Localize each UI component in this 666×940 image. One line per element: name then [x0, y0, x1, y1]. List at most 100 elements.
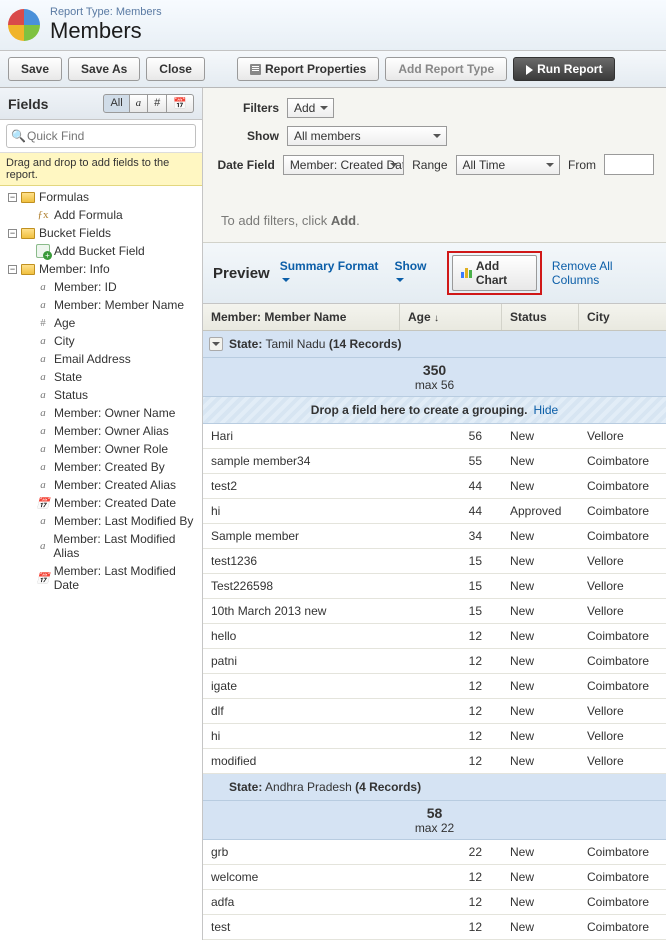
col-status[interactable]: Status	[502, 304, 579, 330]
field-item[interactable]: aMember: Created Alias	[0, 476, 202, 494]
table-row[interactable]: igate12NewCoimbatore	[203, 674, 666, 699]
field-item[interactable]: aState	[0, 368, 202, 386]
toggle-date[interactable]: 📅	[167, 94, 194, 113]
table-row[interactable]: modified12NewVellore	[203, 749, 666, 774]
add-chart-highlight: Add Chart	[447, 251, 542, 295]
report-type-label: Report Type: Members	[50, 6, 162, 18]
col-member-name[interactable]: Member: Member Name	[203, 304, 400, 330]
search-icon: 🔍	[11, 129, 26, 143]
drag-hint: Drag and drop to add fields to the repor…	[0, 153, 202, 186]
group-summary: 350max 56	[203, 358, 666, 397]
page-header: Report Type: Members Members	[0, 0, 666, 51]
field-item[interactable]: aMember: Owner Name	[0, 404, 202, 422]
field-item[interactable]: aMember: Last Modified Alias	[0, 530, 202, 562]
table-row[interactable]: hi44ApprovedCoimbatore	[203, 499, 666, 524]
group-header[interactable]: State: Tamil Nadu (14 Records)	[203, 331, 666, 358]
field-type-toggle: All a # 📅	[103, 94, 194, 113]
collapse-icon[interactable]: −	[8, 229, 17, 238]
play-icon	[526, 65, 533, 75]
collapse-icon[interactable]: −	[8, 265, 17, 274]
range-label: Range	[412, 158, 447, 172]
field-item[interactable]: aMember: Last Modified By	[0, 512, 202, 530]
toggle-all[interactable]: All	[103, 94, 129, 113]
quick-find-input[interactable]	[7, 125, 195, 147]
field-item[interactable]: aStatus	[0, 386, 202, 404]
chevron-down-icon	[396, 278, 404, 286]
table-header-row: Member: Member Name Age ↓ Status City	[203, 304, 666, 331]
close-button[interactable]: Close	[146, 57, 205, 81]
folder-label: Bucket Fields	[39, 226, 111, 240]
fields-sidebar: Fields All a # 📅 🔍 Drag and drop to add …	[0, 88, 203, 940]
field-item[interactable]: aMember: Owner Alias	[0, 422, 202, 440]
remove-all-columns-link[interactable]: Remove All Columns	[552, 259, 656, 287]
folder-label: Formulas	[39, 190, 89, 204]
field-item[interactable]: #Age	[0, 314, 202, 332]
field-item[interactable]: aEmail Address	[0, 350, 202, 368]
expand-group-icon[interactable]	[209, 337, 223, 351]
col-age[interactable]: Age ↓	[400, 304, 502, 330]
field-item[interactable]: aMember: ID	[0, 278, 202, 296]
add-filter-dropdown[interactable]: Add	[287, 98, 334, 118]
filters-label: Filters	[215, 101, 279, 115]
field-item[interactable]: aCity	[0, 332, 202, 350]
collapse-icon[interactable]: −	[8, 193, 17, 202]
drop-grouping-zone[interactable]: Drop a field here to create a grouping.H…	[203, 397, 666, 424]
datefield-dropdown[interactable]: Member: Created Date	[283, 155, 404, 175]
col-city[interactable]: City	[579, 304, 666, 330]
field-item[interactable]: aMember: Member Name	[0, 296, 202, 314]
format-dropdown[interactable]: Summary Format	[280, 259, 385, 287]
report-properties-button[interactable]: Report Properties	[237, 57, 379, 81]
app-logo-icon	[8, 9, 40, 41]
datefield-label: Date Field	[215, 158, 275, 172]
table-row[interactable]: sample member3455NewCoimbatore	[203, 449, 666, 474]
save-button[interactable]: Save	[8, 57, 62, 81]
table-row[interactable]: test123615NewVellore	[203, 549, 666, 574]
table-row[interactable]: welcome12NewCoimbatore	[203, 865, 666, 890]
preview-title: Preview	[213, 265, 270, 282]
field-item[interactable]: aMember: Created By	[0, 458, 202, 476]
show-dropdown-preview[interactable]: Show	[394, 259, 436, 287]
field-item[interactable]: 📅Member: Created Date	[0, 494, 202, 512]
filters-panel: Filters Add Show All members Date Field …	[203, 88, 666, 243]
run-report-button[interactable]: Run Report	[513, 57, 615, 81]
show-dropdown[interactable]: All members	[287, 126, 447, 146]
add-report-type-button[interactable]: Add Report Type	[385, 57, 507, 81]
table-row[interactable]: dlf12NewVellore	[203, 699, 666, 724]
table-row[interactable]: Test22659815NewVellore	[203, 574, 666, 599]
add-chart-button[interactable]: Add Chart	[452, 255, 537, 291]
table-row[interactable]: adfa12NewCoimbatore	[203, 890, 666, 915]
folder-icon	[21, 264, 35, 275]
show-label: Show	[215, 129, 279, 143]
add-icon	[36, 244, 50, 258]
add-bucket-field-item[interactable]: Add Bucket Field	[0, 242, 202, 260]
table-row[interactable]: Sample member34NewCoimbatore	[203, 524, 666, 549]
chart-icon	[461, 268, 472, 278]
sort-desc-icon: ↓	[434, 313, 439, 324]
filters-tip: To add filters, click Add.	[215, 183, 654, 228]
add-formula-item[interactable]: ƒxAdd Formula	[0, 206, 202, 224]
page-title: Members	[50, 18, 162, 44]
tree-folder[interactable]: − Bucket Fields	[0, 224, 202, 242]
table-row[interactable]: test244NewCoimbatore	[203, 474, 666, 499]
folder-icon	[21, 192, 35, 203]
save-as-button[interactable]: Save As	[68, 57, 140, 81]
toggle-text[interactable]: a	[130, 94, 149, 113]
field-item[interactable]: aMember: Owner Role	[0, 440, 202, 458]
table-row[interactable]: hello12NewCoimbatore	[203, 624, 666, 649]
sidebar-title: Fields	[8, 96, 48, 112]
from-date-input[interactable]	[604, 154, 654, 175]
table-row[interactable]: hi12NewVellore	[203, 724, 666, 749]
table-row[interactable]: patni12NewCoimbatore	[203, 649, 666, 674]
group-header[interactable]: State: Andhra Pradesh (4 Records)	[203, 774, 666, 801]
table-row[interactable]: grb22NewCoimbatore	[203, 840, 666, 865]
range-dropdown[interactable]: All Time	[456, 155, 561, 175]
tree-folder[interactable]: − Formulas	[0, 188, 202, 206]
table-row[interactable]: test12NewCoimbatore	[203, 915, 666, 940]
table-row[interactable]: Hari56NewVellore	[203, 424, 666, 449]
from-label: From	[568, 158, 596, 172]
tree-folder[interactable]: −Member: Info	[0, 260, 202, 278]
toggle-number[interactable]: #	[148, 94, 167, 113]
hide-link[interactable]: Hide	[534, 403, 559, 417]
table-row[interactable]: 10th March 2013 new15NewVellore	[203, 599, 666, 624]
field-item[interactable]: 📅Member: Last Modified Date	[0, 562, 202, 594]
